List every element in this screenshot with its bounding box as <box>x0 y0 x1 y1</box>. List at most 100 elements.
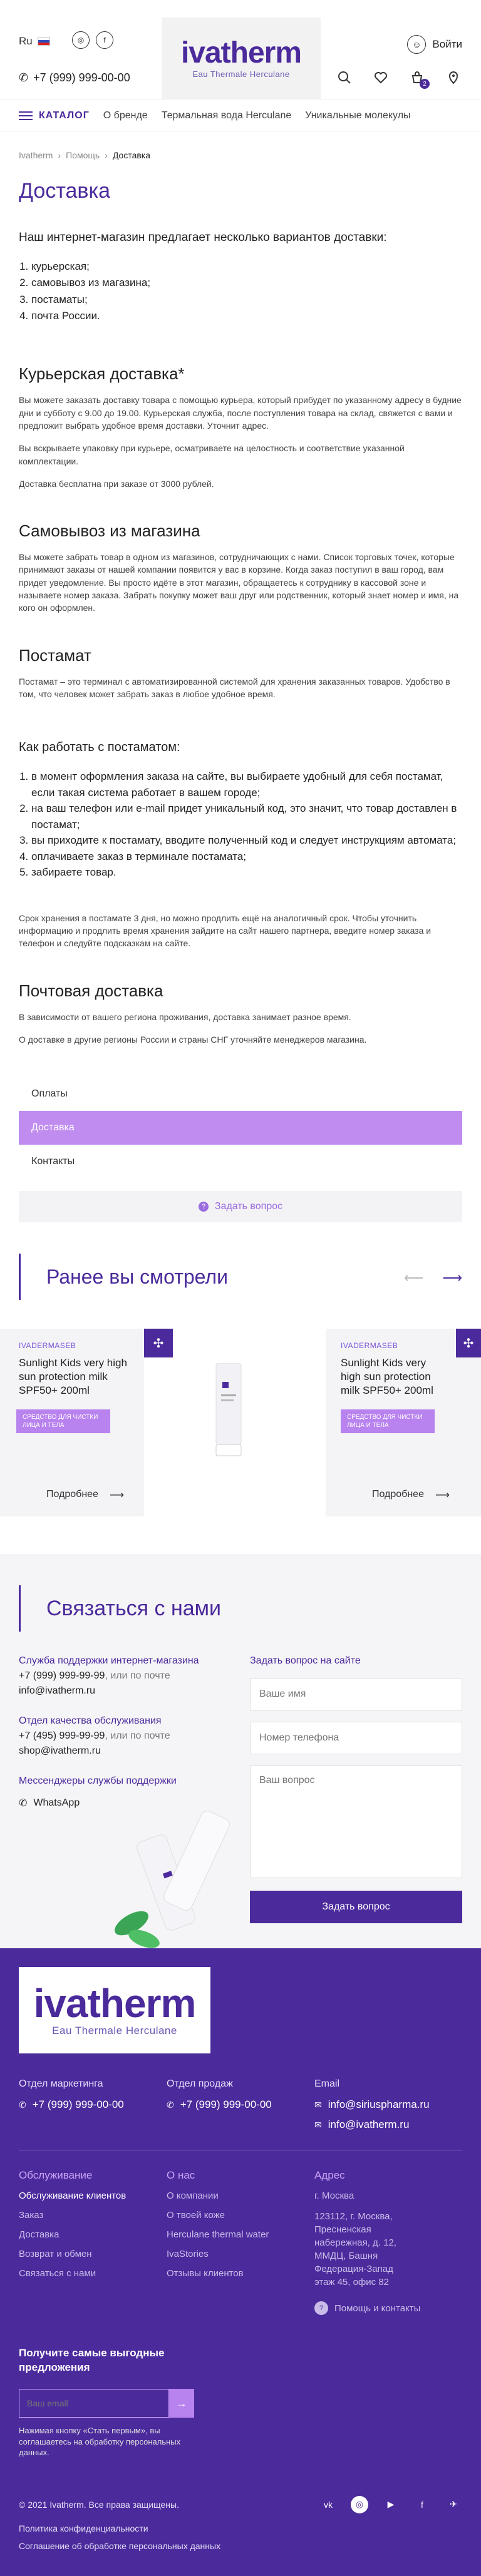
footer-link[interactable]: Заказ <box>19 2210 167 2221</box>
instagram-icon[interactable]: ◎ <box>351 2495 368 2513</box>
phone-input[interactable] <box>250 1722 462 1755</box>
facebook-icon[interactable]: f <box>413 2496 431 2513</box>
search-icon[interactable] <box>336 69 353 86</box>
privacy-policy-link[interactable]: Политика конфиденциальности <box>19 2523 148 2533</box>
footer-link[interactable]: Отзывы клиентов <box>167 2268 314 2279</box>
help-menu-item-payment[interactable]: Оплаты <box>19 1077 462 1111</box>
list-item: оплачиваете заказ в терминале постамата; <box>31 849 462 865</box>
product-more-link[interactable]: Подробнее ⟶ <box>46 1489 124 1501</box>
product-card[interactable]: IVADERMASEB Sunlight Kids very high sun … <box>0 1329 144 1517</box>
support-phone[interactable]: +7 (999) 999-99-99 <box>19 1670 105 1681</box>
facebook-icon[interactable]: f <box>96 31 113 49</box>
arrow-left-icon[interactable]: ⟵ <box>404 1270 424 1286</box>
subscribe-submit-button[interactable]: → <box>169 2389 194 2418</box>
youtube-icon[interactable]: ▶ <box>382 2496 400 2513</box>
phone-icon: ✆ <box>19 71 29 84</box>
product-brand: IVADERMASEB <box>341 1341 398 1351</box>
footer-link[interactable]: Herculane thermal water <box>167 2229 314 2240</box>
subscribe-note: Нажимая кнопку «Стать первым», вы соглаш… <box>19 2426 181 2458</box>
help-contacts-label: Помощь и контакты <box>334 2303 421 2314</box>
marketing-label: Отдел маркетинга <box>19 2078 103 2090</box>
top-bar: Ru ◎ f ✆ +7 (999) 999-00-00 ivatherm Eau… <box>0 0 481 100</box>
footer-link[interactable]: Обслуживание клиентов <box>19 2190 167 2201</box>
breadcrumb-home[interactable]: Ivatherm <box>19 150 53 160</box>
header-phone[interactable]: ✆ +7 (999) 999-00-00 <box>19 71 130 84</box>
product-name: Sunlight Kids very high sun protection m… <box>19 1357 127 1397</box>
about-heading: О нас <box>167 2169 195 2182</box>
footer-link[interactable]: О компании <box>167 2190 314 2201</box>
product-filter-icon: ✣ <box>144 1329 173 1358</box>
product-more-link[interactable]: Подробнее ⟶ <box>372 1489 450 1501</box>
name-input[interactable] <box>250 1678 462 1711</box>
email1-link[interactable]: ✉ info@siriuspharma.ru <box>314 2098 462 2111</box>
footer-link[interactable]: IvaStories <box>167 2249 314 2259</box>
footer-address-column: Адрес г. Москва 123112, г. Москва, Пресн… <box>314 2169 462 2316</box>
subscribe-form: → <box>19 2389 462 2418</box>
sales-label: Отдел продаж <box>167 2078 233 2090</box>
login-label: Войти <box>432 38 462 50</box>
breadcrumb-help[interactable]: Помощь <box>66 150 100 160</box>
help-menu-item-delivery[interactable]: Доставка <box>19 1111 462 1145</box>
footer-link[interactable]: Возврат и обмен <box>19 2249 167 2259</box>
help-contacts-link[interactable]: ? Помощь и контакты <box>314 2301 462 2316</box>
quality-email[interactable]: shop@ivatherm.ru <box>19 1745 101 1756</box>
product-bottles-image <box>115 1811 230 1948</box>
telegram-icon[interactable]: ✈ <box>445 2496 462 2513</box>
product-card[interactable]: ✣ IVADERMASEB Sunlight Kids very high su… <box>326 1329 481 1517</box>
submit-question-button[interactable]: Задать вопрос <box>250 1891 462 1924</box>
product-cards: IVADERMASEB Sunlight Kids very high sun … <box>0 1329 481 1517</box>
pickup-heading: Самовывоз из магазина <box>19 521 200 541</box>
footer-link[interactable]: О твоей коже <box>167 2210 314 2221</box>
vk-icon[interactable]: vk <box>319 2496 337 2513</box>
courier-text: Вы можете заказать доставку товара с пом… <box>19 395 462 431</box>
nav-item-about-brand[interactable]: О бренде <box>103 110 148 121</box>
email2-link[interactable]: ✉ info@ivatherm.ru <box>314 2119 462 2131</box>
language-switcher[interactable]: Ru <box>19 35 50 48</box>
subscribe-block: Получите самые выгодные предложения → На… <box>19 2346 462 2458</box>
breadcrumb-separator: › <box>58 150 61 160</box>
phone-icon: ✆ <box>167 2099 174 2110</box>
address-full: 123112, г. Москва, Пресненская набережна… <box>314 2211 396 2288</box>
delivery-methods-list: курьерская; самовывоз из магазина; поста… <box>19 258 462 324</box>
sales-phone-link[interactable]: ✆ +7 (999) 999-00-00 <box>167 2098 314 2111</box>
subscribe-email-input[interactable] <box>19 2389 169 2418</box>
support-email[interactable]: info@ivatherm.ru <box>19 1685 95 1696</box>
consent-link[interactable]: Соглашение об обработке персональных дан… <box>19 2541 220 2551</box>
arrow-right-icon[interactable]: ⟶ <box>442 1270 462 1286</box>
product-card-image[interactable]: ✣ <box>144 1329 326 1517</box>
courier-text: Доставка бесплатна при заказе от 3000 ру… <box>19 478 214 489</box>
footer-privacy-link-wrap: Политика конфиденциальности <box>19 2523 462 2533</box>
product-tube-image <box>215 1363 242 1456</box>
site-logo[interactable]: ivatherm Eau Thermale Herculane <box>162 18 321 99</box>
quality-phone[interactable]: +7 (495) 999-99-99 <box>19 1730 105 1741</box>
list-item: на ваш телефон или e-mail придет уникаль… <box>31 800 462 832</box>
product-name: Sunlight Kids very high sun protection m… <box>341 1357 433 1397</box>
location-pin-icon[interactable] <box>445 69 462 86</box>
list-item: в момент оформления заказа на сайте, вы … <box>31 769 462 800</box>
nav-item-unique-molecules[interactable]: Уникальные молекулы <box>305 110 410 121</box>
footer-contacts: Отдел маркетинга ✆ +7 (999) 999-00-00 Отд… <box>19 2078 462 2131</box>
quality-phone-line: +7 (495) 999-99-99, или по почте <box>19 1730 231 1742</box>
nav-item-thermal-water[interactable]: Термальная вода Herculane <box>162 110 292 121</box>
heart-icon[interactable] <box>372 69 390 86</box>
ask-question-button[interactable]: ? Задать вопрос <box>19 1191 462 1223</box>
footer-link[interactable]: Доставка <box>19 2229 167 2240</box>
header-icons: 2 <box>336 69 462 89</box>
breadcrumb-separator: › <box>105 150 108 160</box>
marketing-phone-link[interactable]: ✆ +7 (999) 999-00-00 <box>19 2098 167 2111</box>
instagram-icon[interactable]: ◎ <box>72 31 90 49</box>
contact-section: Связаться с нами Служба поддержки интерн… <box>0 1554 481 1949</box>
footer-link[interactable]: Связаться с нами <box>19 2268 167 2279</box>
russia-flag-icon <box>37 37 50 46</box>
question-textarea[interactable] <box>250 1766 462 1879</box>
catalog-menu-button[interactable]: КАТАЛОГ <box>19 110 90 121</box>
help-menu-item-contacts[interactable]: Контакты <box>19 1145 462 1178</box>
breadcrumb: Ivatherm › Помощь › Доставка <box>19 150 462 160</box>
login-link[interactable]: ☺ Войти <box>407 35 462 54</box>
intro-text: Наш интернет-магазин предлагает нескольк… <box>19 231 387 244</box>
or-mail-text: , или по почте <box>105 1730 170 1742</box>
cart-icon[interactable]: 2 <box>408 69 430 89</box>
footer-logo[interactable]: ivatherm Eau Thermale Herculane <box>19 1967 210 2054</box>
postamat-steps-list: в момент оформления заказа на сайте, вы … <box>19 769 462 881</box>
site-header: Ru ◎ f ✆ +7 (999) 999-00-00 ivatherm Eau… <box>0 0 481 131</box>
